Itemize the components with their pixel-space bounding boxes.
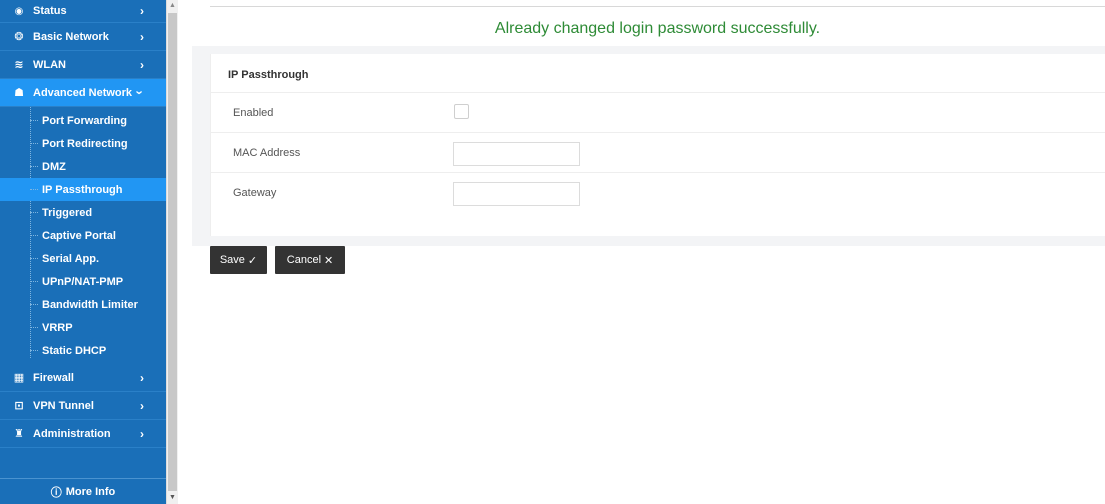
main-content: Already changed login password successfu… (178, 0, 1105, 504)
gateway-input[interactable] (453, 182, 580, 206)
enabled-checkbox[interactable] (454, 104, 469, 119)
firewall-icon: ▦ (13, 372, 25, 384)
cancel-button-label: Cancel (286, 254, 322, 266)
sidebar-item-status[interactable]: ◉ Status › (0, 0, 166, 23)
scrollbar-thumb[interactable] (168, 13, 177, 491)
form-row-mac-address: MAC Address (211, 132, 1105, 172)
sidebar-item-label: Administration (33, 427, 111, 440)
close-icon: ✕ (324, 254, 334, 267)
sidebar-item-label: Status (33, 5, 67, 17)
form-row-gateway: Gateway (211, 172, 1105, 212)
advanced-network-submenu: Port Forwarding Port Redirecting DMZ IP … (0, 107, 166, 364)
mac-address-label: MAC Address (233, 147, 301, 159)
vpn-icon: ⊡ (14, 400, 24, 412)
sidebar-subitem-port-redirecting[interactable]: Port Redirecting (0, 132, 166, 155)
sidebar-subitem-triggered[interactable]: Triggered (0, 201, 166, 224)
sidebar-item-firewall[interactable]: ▦ Firewall › (0, 364, 166, 392)
sidebar-subitem-static-dhcp[interactable]: Static DHCP (0, 339, 166, 362)
sidebar-item-label: VPN Tunnel (33, 399, 94, 412)
gateway-label: Gateway (233, 187, 277, 199)
form-row-enabled: Enabled (211, 92, 1105, 132)
sidebar-item-advanced-network[interactable]: ☗ Advanced Network › (0, 79, 166, 107)
sidebar: ◉ Status › ❂ Basic Network › ≋ WLAN › ☗ … (0, 0, 166, 504)
mac-address-input[interactable] (453, 142, 580, 166)
globe-icon: ❂ (14, 31, 24, 43)
ip-passthrough-card: IP Passthrough Enabled MAC Address Gatew… (210, 54, 1105, 236)
more-info-label: More Info (65, 485, 116, 498)
chevron-right-icon: › (140, 371, 144, 385)
chevron-down-icon: › (132, 90, 148, 95)
enabled-label: Enabled (233, 107, 274, 119)
chevron-right-icon: › (140, 399, 144, 413)
admin-icon: ♜ (14, 428, 24, 440)
scroll-up-icon[interactable]: ▲ (167, 0, 178, 12)
divider (210, 6, 1105, 7)
chevron-right-icon: › (140, 427, 144, 441)
more-info-button[interactable]: ⓘ More Info (0, 478, 166, 504)
sidebar-subitem-port-forwarding[interactable]: Port Forwarding (0, 109, 166, 132)
scroll-down-icon[interactable]: ▼ (167, 492, 178, 504)
sidebar-subitem-upnp-nat-pmp[interactable]: UPnP/NAT-PMP (0, 270, 166, 293)
sidebar-item-administration[interactable]: ♜ Administration › (0, 420, 166, 448)
card-title: IP Passthrough (228, 69, 309, 81)
cancel-button[interactable]: Cancel ✕ (275, 246, 345, 274)
chevron-right-icon: › (140, 58, 144, 72)
sidebar-subitem-bandwidth-limiter[interactable]: Bandwidth Limiter (0, 293, 166, 316)
wifi-icon: ≋ (14, 59, 24, 71)
sidebar-item-vpn-tunnel[interactable]: ⊡ VPN Tunnel › (0, 392, 166, 420)
chevron-right-icon: › (140, 4, 144, 18)
sidebar-item-label: Basic Network (33, 30, 109, 43)
info-icon: ⓘ (50, 486, 62, 499)
save-button-label: Save (219, 254, 245, 266)
chevron-right-icon: › (140, 30, 144, 44)
sidebar-subitem-dmz[interactable]: DMZ (0, 155, 166, 178)
sidebar-item-label: Firewall (33, 371, 74, 384)
eye-icon: ◉ (14, 5, 24, 17)
sidebar-item-label: WLAN (33, 58, 66, 71)
sidebar-item-basic-network[interactable]: ❂ Basic Network › (0, 23, 166, 51)
sidebar-subitem-serial-app[interactable]: Serial App. (0, 247, 166, 270)
sidebar-subitem-ip-passthrough[interactable]: IP Passthrough (0, 178, 166, 201)
check-icon: ✓ (247, 254, 258, 267)
network-icon: ☗ (14, 87, 24, 99)
sidebar-item-wlan[interactable]: ≋ WLAN › (0, 51, 166, 79)
sidebar-item-label: Advanced Network (33, 86, 133, 99)
sidebar-subitem-captive-portal[interactable]: Captive Portal (0, 224, 166, 247)
status-message: Already changed login password successfu… (494, 20, 821, 37)
sidebar-scrollbar[interactable]: ▲ ▼ (166, 0, 178, 504)
save-button[interactable]: Save ✓ (210, 246, 267, 274)
sidebar-subitem-vrrp[interactable]: VRRP (0, 316, 166, 339)
